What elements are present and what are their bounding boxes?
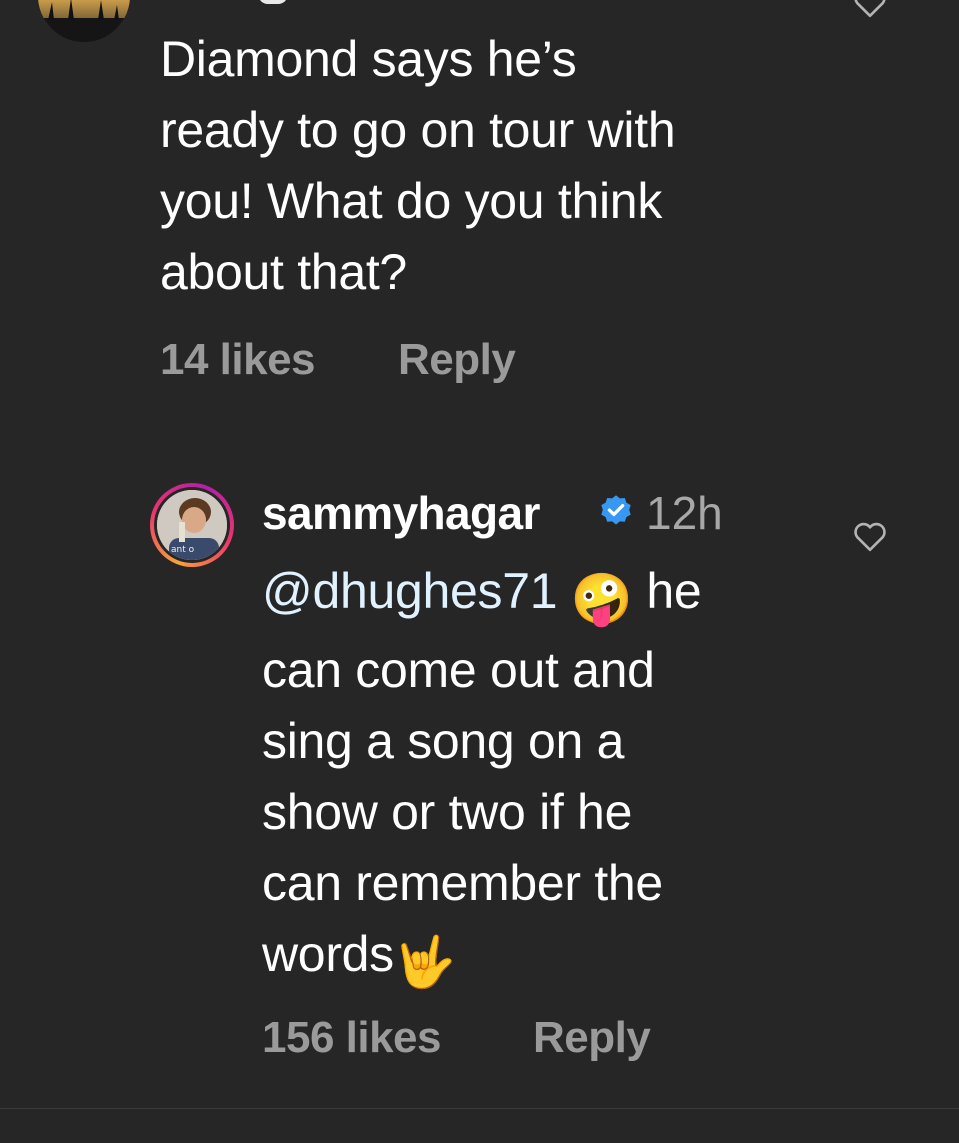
parent-comment-text: Diamond says he’s ready to go on tour wi… xyxy=(160,31,676,300)
avatar-parent-commenter[interactable] xyxy=(38,0,130,42)
avatar-sammyhagar[interactable]: ant o xyxy=(150,483,234,567)
zany-face-emoji-icon: 🤪 xyxy=(570,571,633,627)
like-heart-icon[interactable] xyxy=(852,0,888,18)
divider xyxy=(0,1108,959,1109)
rock-on-hand-emoji-icon: 🤟 xyxy=(393,934,456,990)
svg-text:ant o: ant o xyxy=(171,545,195,555)
mention-link[interactable]: @dhughes71 xyxy=(262,563,558,619)
reply-comment-text: @dhughes71 🤪 he can come out and sing a … xyxy=(262,556,862,998)
reply-reply-button[interactable]: Reply xyxy=(533,1013,651,1063)
avatar-person-image: ant o xyxy=(157,490,227,560)
verified-badge-icon xyxy=(601,495,631,525)
avatar-sunset-image xyxy=(38,0,130,42)
parent-likes-count[interactable]: 14 likes xyxy=(160,335,316,385)
reply-username[interactable]: sammyhagar xyxy=(262,486,540,540)
reply-body-text: he can come out and sing a song on a sho… xyxy=(262,563,702,982)
parent-reply-button[interactable]: Reply xyxy=(398,335,516,385)
reply-likes-count[interactable]: 156 likes xyxy=(262,1013,442,1063)
avatar-photo: ant o xyxy=(157,490,227,560)
reply-timestamp: 12h xyxy=(646,487,723,539)
like-heart-icon[interactable] xyxy=(852,520,888,552)
parent-username-fragment xyxy=(258,0,288,4)
avatar-ring-gap: ant o xyxy=(154,487,230,563)
